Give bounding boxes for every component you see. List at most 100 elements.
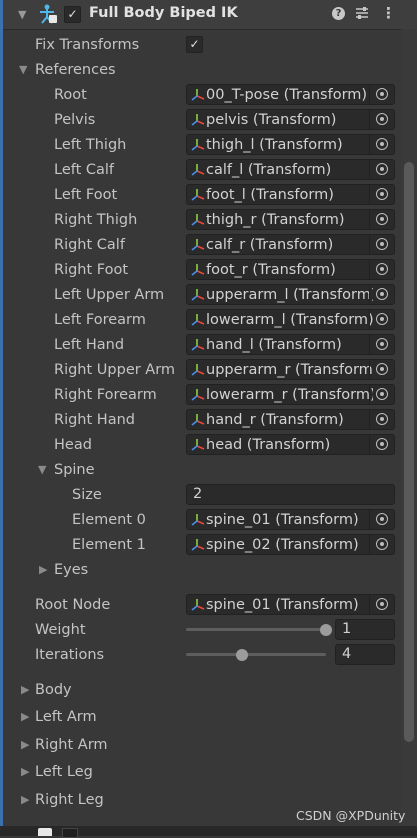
object-picker-icon[interactable] — [369, 260, 394, 279]
ref-value-left-upper-arm: upperarm_l (Transform) — [206, 287, 373, 303]
iterations-value-field[interactable]: 4 — [335, 644, 395, 665]
ref-field-root[interactable]: 00_T-pose (Transform) — [186, 84, 395, 105]
iterations-slider-track[interactable] — [186, 653, 326, 656]
component-accent-bar — [0, 0, 3, 836]
right-arm-fold-arrow-icon[interactable]: ▶ — [21, 735, 29, 755]
scrollbar-thumb[interactable] — [404, 162, 414, 742]
transform-icon — [191, 288, 205, 302]
spine-size-label: Size — [72, 487, 102, 503]
spine-element-0-field[interactable]: spine_01 (Transform) — [186, 509, 395, 530]
ref-value-right-forearm: lowerarm_r (Transform) — [206, 387, 373, 403]
ref-field-right-hand[interactable]: hand_r (Transform) — [186, 409, 395, 430]
object-picker-icon[interactable] — [369, 535, 394, 554]
object-picker-icon[interactable] — [369, 85, 394, 104]
footer-page-icon — [38, 828, 52, 836]
object-picker-icon[interactable] — [369, 335, 394, 354]
ref-value-right-foot: foot_r (Transform) — [206, 262, 336, 278]
ref-field-left-thigh[interactable]: thigh_l (Transform) — [186, 134, 395, 155]
iterations-label: Iterations — [35, 647, 105, 663]
transform-icon — [191, 113, 205, 127]
component-header[interactable]: ▼ ✓ Full Body Biped IK ? ⋮ — [3, 0, 417, 30]
ref-value-root: 00_T-pose (Transform) — [206, 87, 368, 103]
object-picker-icon[interactable] — [369, 410, 394, 429]
ref-label-left-forearm: Left Forearm — [54, 312, 146, 328]
transform-icon — [191, 263, 205, 277]
section-left-arm[interactable]: Left Arm — [35, 707, 97, 727]
section-left-leg[interactable]: Left Leg — [35, 762, 93, 782]
eyes-fold-arrow-icon[interactable]: ▶ — [39, 560, 47, 580]
header-fold-arrow-icon[interactable]: ▼ — [18, 8, 26, 21]
ref-field-left-forearm[interactable]: lowerarm_l (Transform) — [186, 309, 395, 330]
preset-icon[interactable] — [354, 5, 370, 21]
spine-element-1-field[interactable]: spine_02 (Transform) — [186, 534, 395, 555]
eyes-foldout[interactable]: Eyes — [54, 560, 88, 580]
weight-value-field[interactable]: 1 — [335, 619, 395, 640]
object-picker-icon[interactable] — [369, 135, 394, 154]
ref-label-right-calf: Right Calf — [54, 237, 125, 253]
object-picker-icon[interactable] — [369, 285, 394, 304]
right-leg-fold-arrow-icon[interactable]: ▶ — [21, 790, 29, 810]
ref-value-left-forearm: lowerarm_l (Transform) — [206, 312, 373, 328]
spine-size-field[interactable]: 2 — [186, 484, 395, 505]
ref-value-left-calf: calf_l (Transform) — [206, 162, 332, 178]
left-leg-fold-arrow-icon[interactable]: ▶ — [21, 762, 29, 782]
object-picker-icon[interactable] — [369, 385, 394, 404]
component-enabled-checkbox[interactable]: ✓ — [64, 6, 81, 23]
section-body[interactable]: Body — [35, 680, 72, 700]
ref-label-right-upper-arm: Right Upper Arm — [54, 362, 176, 378]
ref-field-left-upper-arm[interactable]: upperarm_l (Transform) — [186, 284, 395, 305]
transform-icon — [191, 188, 205, 202]
ref-label-right-hand: Right Hand — [54, 412, 135, 428]
weight-slider-thumb[interactable] — [320, 624, 332, 636]
ref-field-left-foot[interactable]: foot_l (Transform) — [186, 184, 395, 205]
spine-element-1-label: Element 1 — [72, 537, 146, 553]
ref-value-left-thigh: thigh_l (Transform) — [206, 137, 343, 153]
object-picker-icon[interactable] — [369, 310, 394, 329]
object-picker-icon[interactable] — [369, 435, 394, 454]
spine-fold-arrow-icon[interactable]: ▼ — [38, 460, 46, 480]
ref-field-right-forearm[interactable]: lowerarm_r (Transform) — [186, 384, 395, 405]
object-picker-icon[interactable] — [369, 110, 394, 129]
ref-field-left-hand[interactable]: hand_l (Transform) — [186, 334, 395, 355]
references-foldout[interactable]: References — [35, 60, 116, 80]
ref-field-pelvis[interactable]: pelvis (Transform) — [186, 109, 395, 130]
transform-icon — [191, 313, 205, 327]
ref-value-left-foot: foot_l (Transform) — [206, 187, 334, 203]
body-fold-arrow-icon[interactable]: ▶ — [21, 680, 29, 700]
fix-transforms-checkbox[interactable]: ✓ — [186, 36, 203, 53]
kebab-menu-icon[interactable]: ⋮ — [381, 4, 396, 22]
object-picker-icon[interactable] — [369, 210, 394, 229]
weight-slider-track[interactable] — [186, 628, 326, 631]
object-picker-icon[interactable] — [369, 160, 394, 179]
ref-value-right-thigh: thigh_r (Transform) — [206, 212, 345, 228]
spine-foldout[interactable]: Spine — [54, 460, 95, 480]
object-picker-icon[interactable] — [369, 235, 394, 254]
object-picker-icon[interactable] — [369, 185, 394, 204]
object-picker-icon[interactable] — [369, 360, 394, 379]
ref-value-left-hand: hand_l (Transform) — [206, 337, 342, 353]
root-node-label: Root Node — [35, 597, 111, 613]
section-right-leg[interactable]: Right Leg — [35, 790, 104, 810]
object-picker-icon[interactable] — [369, 595, 394, 614]
transform-icon — [191, 438, 205, 452]
footer-box-icon — [62, 828, 78, 838]
ref-label-root: Root — [54, 87, 87, 103]
ref-value-right-hand: hand_r (Transform) — [206, 412, 344, 428]
ref-field-right-thigh[interactable]: thigh_r (Transform) — [186, 209, 395, 230]
object-picker-icon[interactable] — [369, 510, 394, 529]
ref-field-left-calf[interactable]: calf_l (Transform) — [186, 159, 395, 180]
ref-field-right-upper-arm[interactable]: upperarm_r (Transform) — [186, 359, 395, 380]
section-right-arm[interactable]: Right Arm — [35, 735, 108, 755]
iterations-slider-thumb[interactable] — [236, 649, 248, 661]
references-fold-arrow-icon[interactable]: ▼ — [19, 60, 27, 80]
left-arm-fold-arrow-icon[interactable]: ▶ — [21, 707, 29, 727]
ref-field-right-foot[interactable]: foot_r (Transform) — [186, 259, 395, 280]
transform-icon — [191, 513, 205, 527]
help-icon[interactable]: ? — [332, 7, 345, 20]
root-node-field[interactable]: spine_01 (Transform) — [186, 594, 395, 615]
ref-label-left-calf: Left Calf — [54, 162, 115, 178]
ref-label-left-upper-arm: Left Upper Arm — [54, 287, 165, 303]
ref-field-right-calf[interactable]: calf_r (Transform) — [186, 234, 395, 255]
ref-field-head[interactable]: head (Transform) — [186, 434, 395, 455]
ref-label-head: Head — [54, 437, 92, 453]
